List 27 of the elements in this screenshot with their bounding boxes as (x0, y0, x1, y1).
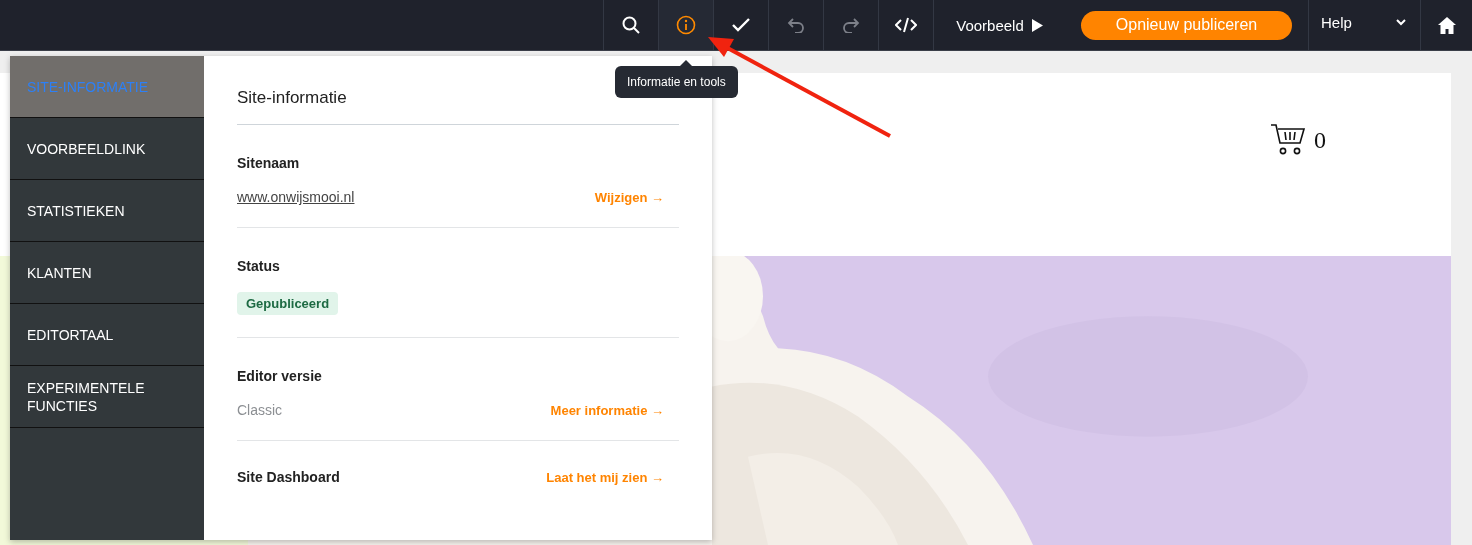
undo-icon (787, 17, 805, 33)
home-icon (1437, 16, 1456, 34)
info-button[interactable] (658, 0, 713, 50)
section-label: Site Dashboard (237, 469, 340, 485)
nav-item[interactable]: EDITORTAAL (10, 304, 204, 366)
section-label: Sitenaam (237, 155, 300, 171)
cart-icon[interactable] (1270, 123, 1308, 157)
section-label: Editor versie (237, 368, 322, 384)
status-badge: Gepubliceerd (237, 292, 339, 315)
preview-button[interactable]: Voorbeeld (933, 0, 1065, 50)
checkmark-icon (732, 18, 750, 32)
nav-item[interactable]: EXPERIMENTELE FUNCTIES (10, 366, 204, 428)
section-label: Status (237, 258, 280, 274)
version-text: Classic (237, 402, 283, 418)
help-dropdown[interactable]: Help (1308, 0, 1420, 50)
redo-icon (842, 17, 860, 33)
nav-item[interactable]: KLANTEN (10, 242, 204, 304)
code-icon (895, 17, 917, 33)
play-icon (1031, 18, 1043, 32)
search-icon (622, 16, 640, 34)
nav-item[interactable]: STATISTIEKEN (10, 180, 204, 242)
info-icon (676, 15, 696, 35)
cart-count: 0 (1314, 126, 1326, 154)
nav-item[interactable]: VOORBEELDLINK (10, 118, 204, 180)
site-url-link[interactable]: www.onwijsmooi.nl (237, 189, 355, 205)
tooltip: Informatie en tools (615, 66, 738, 98)
chevron-down-icon (1396, 18, 1406, 26)
